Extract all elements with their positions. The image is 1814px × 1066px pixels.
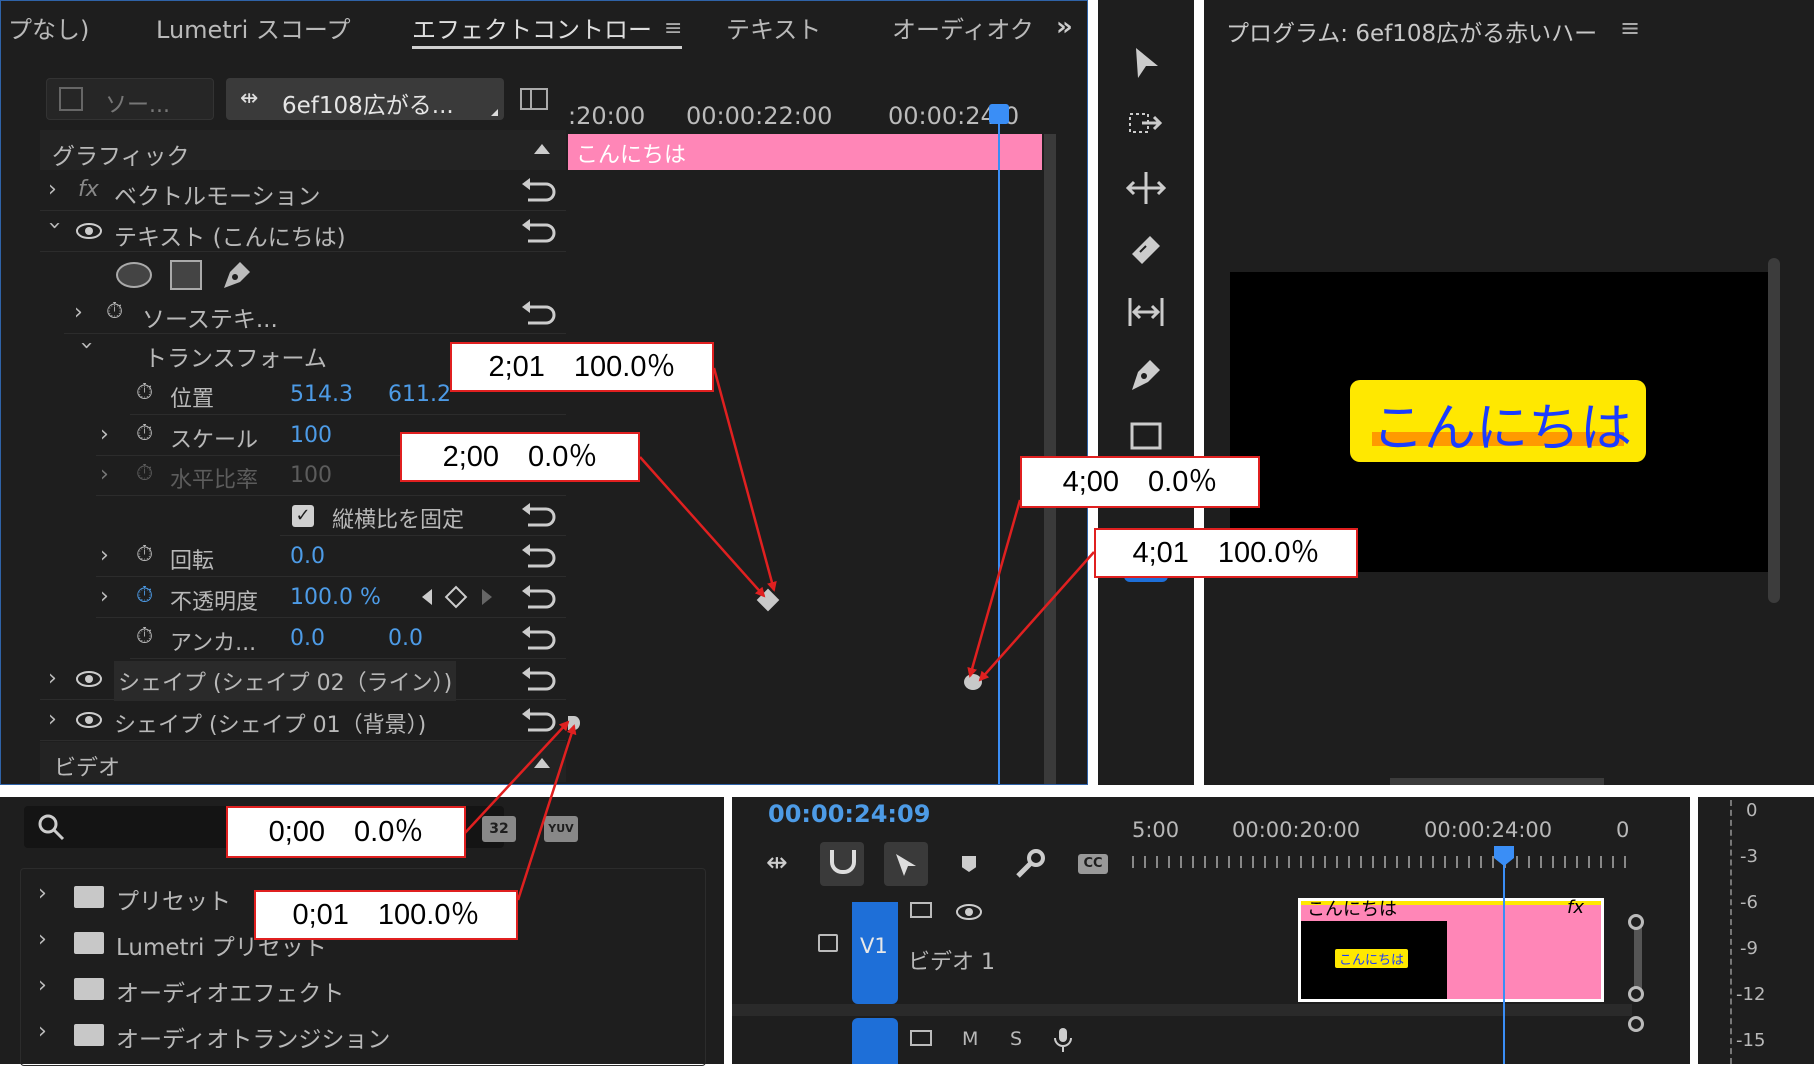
callout-keyframe-2-01: 2;01 100.0％ bbox=[450, 342, 714, 392]
callout-keyframe-4-00: 4;00 0.0％ bbox=[1020, 456, 1260, 508]
callout-keyframe-4-01: 4;01 100.0％ bbox=[1094, 528, 1358, 578]
callout-keyframe-0-00: 0;00 0.0％ bbox=[226, 806, 466, 858]
callout-keyframe-2-00: 2;00 0.0％ bbox=[400, 432, 640, 482]
callout-keyframe-0-01: 0;01 100.0％ bbox=[254, 890, 518, 940]
